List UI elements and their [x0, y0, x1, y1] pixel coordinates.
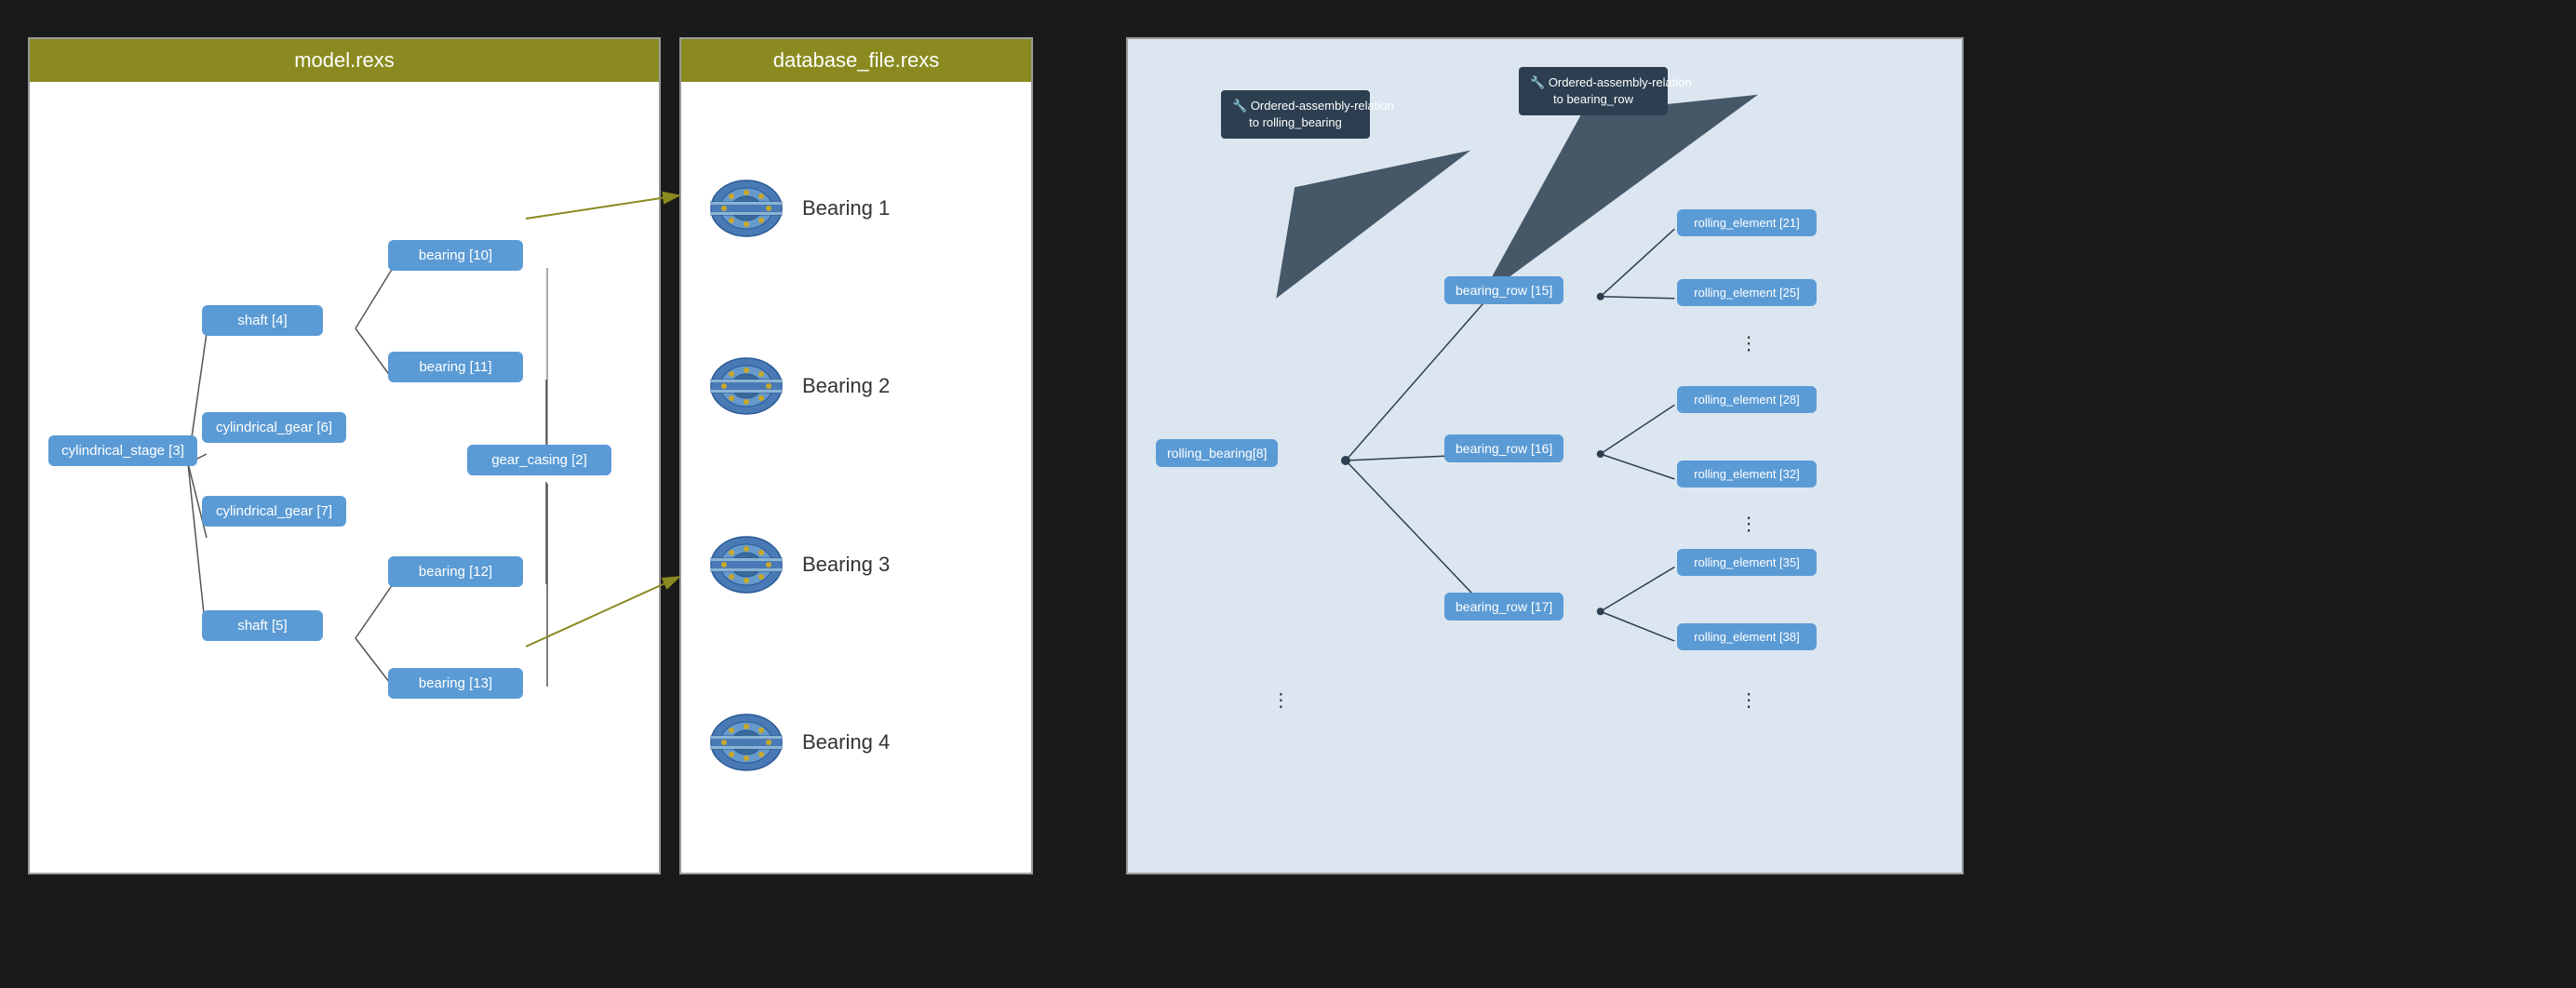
- svg-text:⋮: ⋮: [1739, 690, 1758, 711]
- wrench-icon-1: 🔧: [1232, 99, 1247, 113]
- detail-node-rolling-bearing8[interactable]: rolling_bearing[8]: [1156, 439, 1278, 467]
- node-shaft5[interactable]: shaft [5]: [202, 610, 323, 641]
- bearing-icon-2: [709, 354, 784, 419]
- node-bearing12[interactable]: bearing [12]: [388, 556, 523, 587]
- bearing-icon-1: [709, 176, 784, 241]
- main-container: model.rexs: [28, 37, 2548, 951]
- detail-node-bearing-row17[interactable]: bearing_row [17]: [1444, 593, 1563, 621]
- svg-text:⋮: ⋮: [1739, 334, 1758, 354]
- bearing-label-3: Bearing 3: [802, 553, 890, 577]
- node-bearing13[interactable]: bearing [13]: [388, 668, 523, 699]
- bearing-label-2: Bearing 2: [802, 374, 890, 398]
- bearing-item-3: Bearing 3: [709, 532, 890, 597]
- node-cyl-gear6[interactable]: cylindrical_gear [6]: [202, 412, 346, 443]
- db-panel-header: database_file.rexs: [681, 39, 1031, 82]
- bearing-label-1: Bearing 1: [802, 196, 890, 220]
- detail-panel: ⋮ ⋮ ⋮ ⋮ 🔧 Ordered-assembly-relationto ro…: [1126, 37, 1964, 875]
- svg-text:⋮: ⋮: [1271, 690, 1290, 711]
- detail-node-rolling-el35[interactable]: rolling_element [35]: [1677, 549, 1817, 576]
- detail-node-rolling-el38[interactable]: rolling_element [38]: [1677, 623, 1817, 650]
- bearing-item-4: Bearing 4: [709, 710, 890, 775]
- panels-wrapper: model.rexs: [28, 37, 1070, 875]
- detail-node-bearing-row16[interactable]: bearing_row [16]: [1444, 434, 1563, 462]
- node-cyl-gear7[interactable]: cylindrical_gear [7]: [202, 496, 346, 527]
- detail-node-rolling-el25[interactable]: rolling_element [25]: [1677, 279, 1817, 306]
- model-panel: model.rexs: [28, 37, 661, 875]
- bearing-icon-4: [709, 710, 784, 775]
- bearing-icon-3: [709, 532, 784, 597]
- bearing-label-4: Bearing 4: [802, 730, 890, 754]
- detail-node-rolling-el32[interactable]: rolling_element [32]: [1677, 461, 1817, 487]
- node-bearing11[interactable]: bearing [11]: [388, 352, 523, 382]
- db-panel: database_file.rexs: [679, 37, 1033, 875]
- tooltip-ordered-assembly-2: 🔧 Ordered-assembly-relationto bearing_ro…: [1519, 67, 1668, 115]
- bearing-item-1: Bearing 1: [709, 176, 890, 241]
- node-shaft4[interactable]: shaft [4]: [202, 305, 323, 336]
- node-bearing10[interactable]: bearing [10]: [388, 240, 523, 271]
- node-cylindrical-stage[interactable]: cylindrical_stage [3]: [48, 435, 197, 466]
- bearing-item-2: Bearing 2: [709, 354, 890, 419]
- svg-text:⋮: ⋮: [1739, 514, 1758, 535]
- tree-area: cylindrical_stage [3] shaft [4] cylindri…: [30, 82, 659, 869]
- tooltip-ordered-assembly-1: 🔧 Ordered-assembly-relationto rolling_be…: [1221, 90, 1370, 139]
- model-panel-header: model.rexs: [30, 39, 659, 82]
- node-gear-casing[interactable]: gear_casing [2]: [467, 445, 611, 475]
- wrench-icon-2: 🔧: [1530, 75, 1545, 89]
- detail-node-bearing-row15[interactable]: bearing_row [15]: [1444, 276, 1563, 304]
- tree-svg: [30, 82, 659, 869]
- detail-node-rolling-el28[interactable]: rolling_element [28]: [1677, 386, 1817, 413]
- db-content: Bearing 1: [681, 82, 1031, 869]
- detail-node-rolling-el21[interactable]: rolling_element [21]: [1677, 209, 1817, 236]
